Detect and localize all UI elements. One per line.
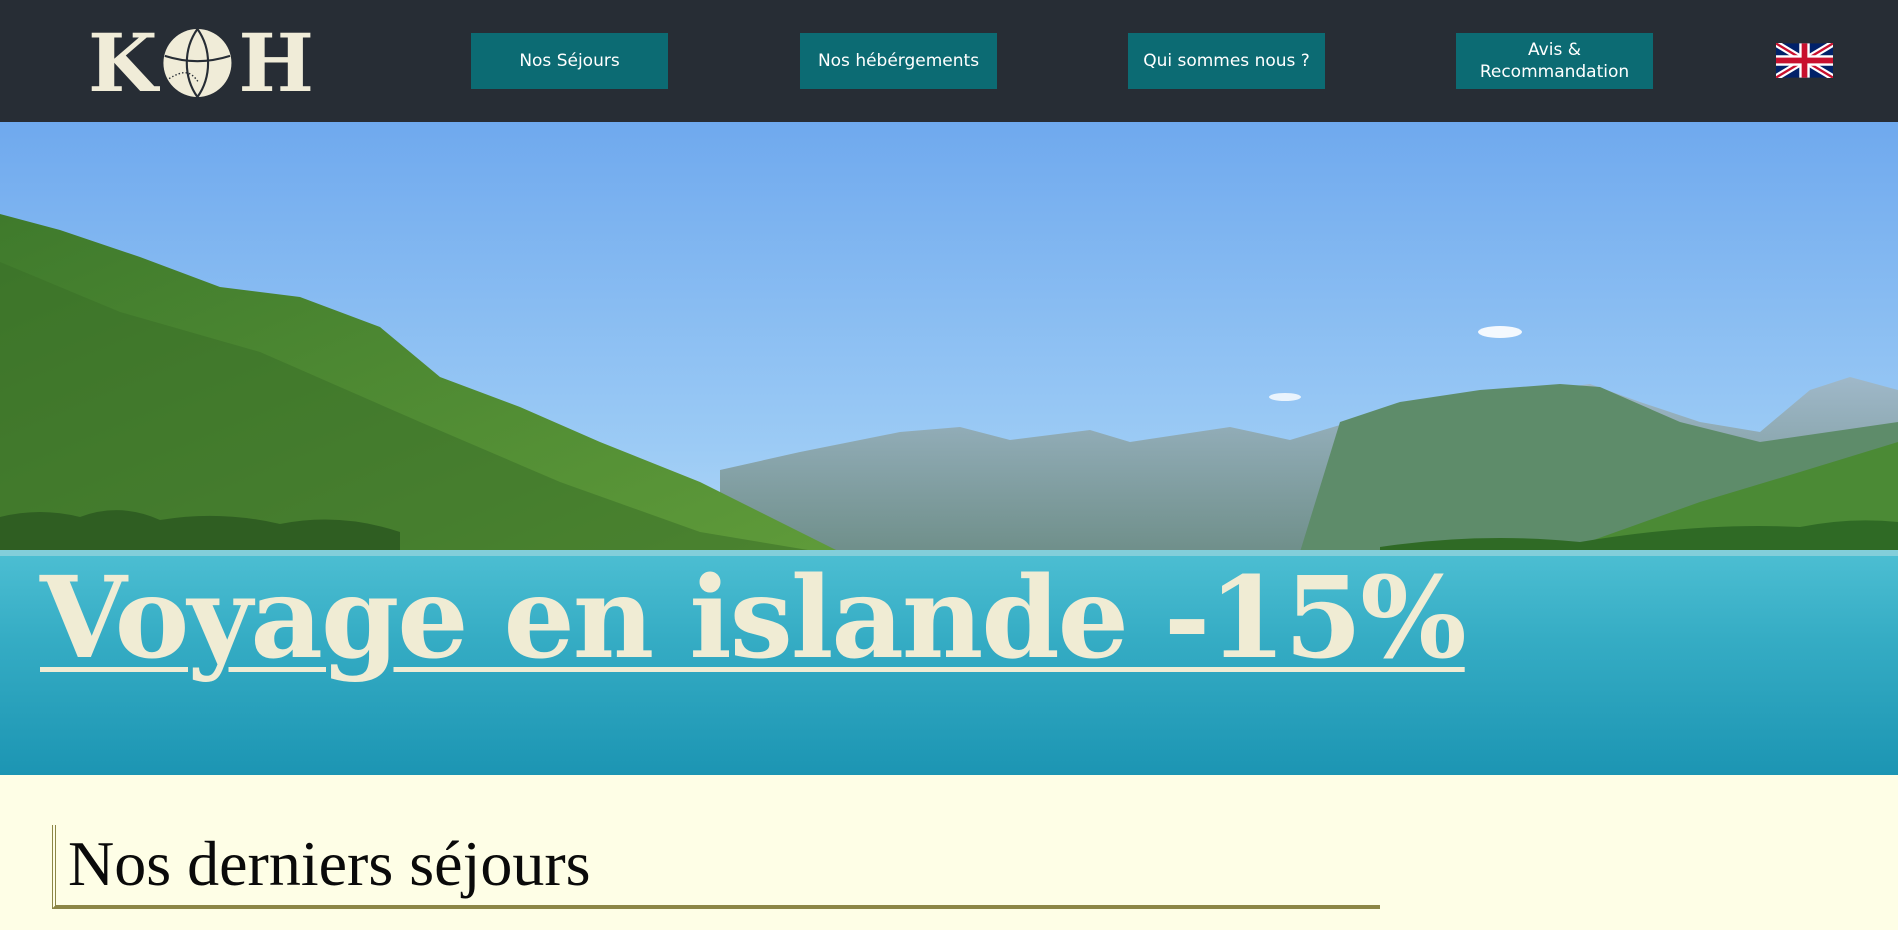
hero-banner: Voyage en islande -15% — [0, 122, 1898, 775]
basketball-icon — [162, 28, 231, 98]
logo-letter-k: K — [88, 16, 158, 110]
logo-letter-h: H — [238, 16, 314, 110]
nav-avis-button[interactable]: Avis & Recommandation — [1456, 33, 1653, 89]
nav-sejours-button[interactable]: Nos Séjours — [471, 33, 668, 89]
nav-qui-sommes-nous-button[interactable]: Qui sommes nous ? — [1128, 33, 1325, 89]
hero-promo-title[interactable]: Voyage en islande -15% — [40, 554, 1467, 684]
section-title: Nos derniers séjours — [68, 828, 591, 899]
site-logo[interactable]: K H — [88, 18, 314, 108]
nav-hebergements-button[interactable]: Nos hébérgements — [800, 33, 997, 89]
latest-stays-heading: Nos derniers séjours — [52, 825, 1380, 909]
uk-flag-icon[interactable] — [1776, 43, 1833, 78]
site-header: K H Nos Séjours Nos hébérgements Qui som… — [0, 0, 1898, 122]
